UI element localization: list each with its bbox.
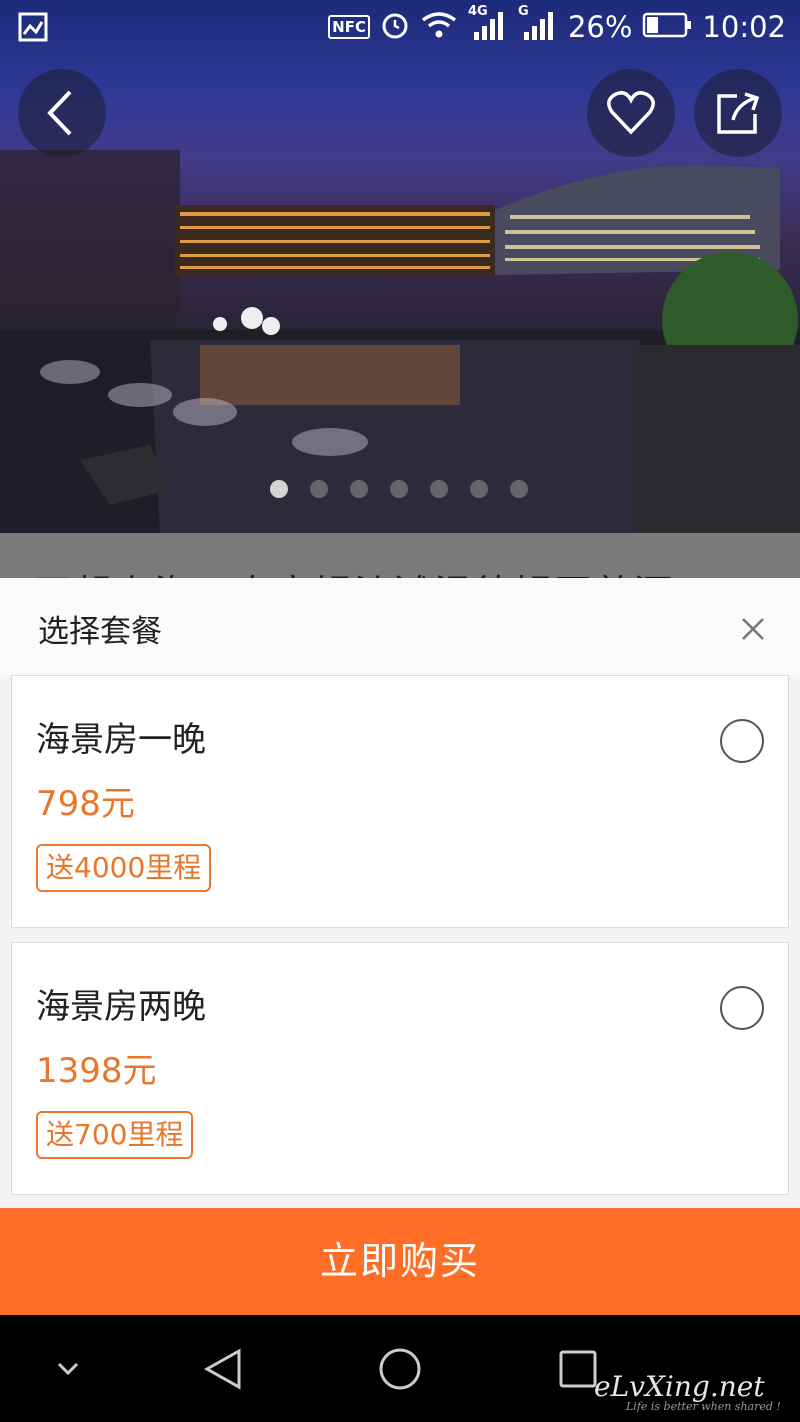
carousel-dot[interactable] — [470, 480, 488, 498]
carousel-dot[interactable] — [430, 480, 448, 498]
signal-4g-icon: 4G — [468, 4, 508, 46]
heart-icon — [607, 91, 655, 135]
share-icon — [717, 92, 760, 134]
sheet-header: 选择套餐 — [0, 578, 800, 676]
package-price: 1398元 — [36, 1051, 157, 1091]
status-bar: NFC 4G G 26% 10:02 — [0, 0, 800, 56]
package-price: 798元 — [36, 784, 135, 824]
package-name: 海景房两晚 — [36, 987, 206, 1027]
carousel-dot[interactable] — [310, 480, 328, 498]
package-radio[interactable] — [720, 986, 764, 1030]
package-option[interactable]: 海景房一晚 798元 送4000里程 — [11, 675, 789, 928]
nav-back-button[interactable] — [195, 1315, 251, 1422]
background-page-overlay[interactable]: 万起上海！春良银沙滩温德姆至尊酒 — [0, 533, 800, 578]
signal-g-icon: G — [518, 4, 558, 46]
watermark-logo: eLvXing.net — [594, 1370, 765, 1403]
package-name: 海景房一晚 — [36, 720, 206, 760]
buy-now-button[interactable]: 立即购买 — [0, 1208, 800, 1315]
favorite-button[interactable] — [587, 69, 675, 157]
image-notification-icon — [18, 12, 48, 46]
carousel-dot[interactable] — [390, 480, 408, 498]
battery-percent: 26% — [567, 10, 633, 44]
package-radio[interactable] — [720, 719, 764, 763]
battery-icon — [642, 11, 692, 43]
carousel-indicator — [270, 480, 528, 498]
carousel-dot[interactable] — [350, 480, 368, 498]
mileage-badge: 送700里程 — [36, 1111, 194, 1159]
nav-recents-button[interactable] — [550, 1315, 606, 1422]
carousel-dot[interactable] — [510, 480, 528, 498]
home-circle-icon — [379, 1348, 421, 1389]
package-selector-sheet: 选择套餐 海景房一晚 798元 送4000里程 海景房两晚 1398元 送700… — [0, 578, 800, 1208]
wifi-icon — [420, 10, 458, 44]
close-icon — [742, 618, 764, 640]
close-button[interactable] — [736, 612, 770, 646]
chevron-down-icon — [57, 1362, 79, 1375]
clock: 10:02 — [702, 10, 786, 44]
back-triangle-icon — [203, 1347, 241, 1390]
carousel-dot[interactable] — [270, 480, 288, 498]
watermark-tagline: Life is better when shared ! — [626, 1400, 781, 1413]
hotel-photo — [0, 150, 800, 533]
share-button[interactable] — [694, 69, 782, 157]
nav-hide-button[interactable] — [40, 1315, 96, 1422]
nfc-icon: NFC — [328, 15, 370, 39]
chevron-left-icon — [47, 90, 72, 136]
alarm-icon — [380, 10, 410, 44]
nav-home-button[interactable] — [372, 1315, 428, 1422]
recents-square-icon — [559, 1350, 597, 1387]
back-button[interactable] — [18, 69, 106, 157]
sheet-title: 选择套餐 — [38, 614, 162, 650]
hero-image[interactable]: NFC 4G G 26% 10:02 — [0, 0, 800, 533]
mileage-badge: 送4000里程 — [36, 844, 212, 892]
package-option[interactable]: 海景房两晚 1398元 送700里程 — [11, 942, 789, 1195]
product-title: 万起上海！春良银沙滩温德姆至尊酒 — [34, 563, 674, 578]
